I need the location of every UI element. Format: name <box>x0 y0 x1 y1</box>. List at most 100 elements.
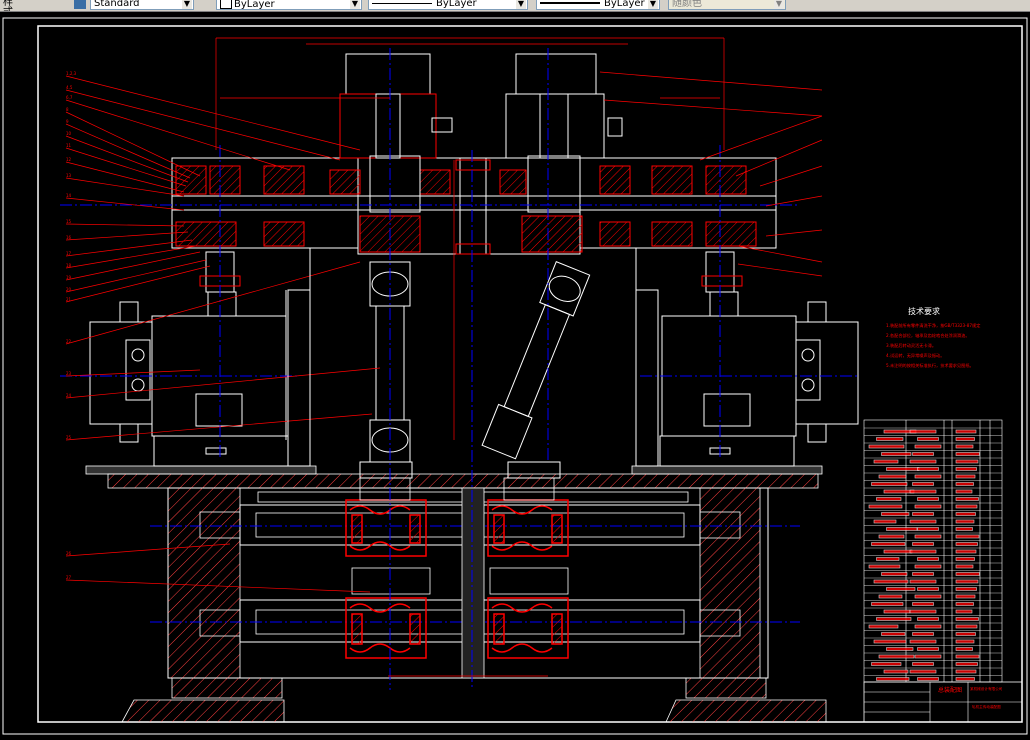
bom-cell-mark <box>955 429 977 434</box>
style-label: 样式 <box>3 0 13 11</box>
bom-cell-mark <box>912 542 934 546</box>
svg-text:25: 25 <box>66 435 72 440</box>
chevron-down-icon: ▼ <box>516 0 526 9</box>
bom-cell-mark <box>909 669 937 674</box>
tech-req-line: 3.装配后转动灵活无卡滞。 <box>886 342 936 349</box>
bom-cell-mark <box>886 527 918 531</box>
bom-cell-mark <box>955 482 974 486</box>
svg-text:11: 11 <box>66 143 72 148</box>
bom-cell-mark <box>914 564 942 569</box>
lineweight-dropdown[interactable]: ByLayer ▼ <box>536 0 660 10</box>
bom-cell-mark <box>914 594 942 599</box>
bom-cell-mark <box>914 504 942 509</box>
bom-cell-mark <box>873 519 897 524</box>
chevron-down-icon: ▼ <box>774 0 784 9</box>
bom-cell-mark <box>914 624 942 629</box>
drawing-canvas[interactable]: 1,2,3 4,5 6,7 8 9 10 11 12 13 14 15 16 17 18 19 20… <box>0 12 1030 736</box>
bom-cell-mark <box>955 594 976 599</box>
cad-drawing: 1,2,3 4,5 6,7 8 9 10 11 12 13 14 15 16 17 18 19 20… <box>2 17 1028 735</box>
bom-cell-mark <box>955 602 974 606</box>
bom-cell-mark <box>955 489 973 494</box>
bom-cell-mark <box>917 497 939 501</box>
bom-cell-mark <box>917 527 939 531</box>
bom-cell-mark <box>878 534 905 539</box>
text-style-dropdown[interactable]: Standard ▼ <box>90 0 194 10</box>
bom-cell-mark <box>873 639 907 644</box>
bom-cell-mark <box>955 639 975 644</box>
bom-cell-mark <box>955 459 979 464</box>
bom-cell-mark <box>873 579 909 584</box>
bom-cell-mark <box>917 467 939 471</box>
svg-text:21: 21 <box>66 297 72 302</box>
bom-cell-mark <box>876 497 902 501</box>
bom-cell-mark <box>912 602 934 606</box>
bom-rows <box>864 427 1002 681</box>
bom-cell-mark <box>909 639 937 644</box>
bom-cell-mark <box>909 489 937 494</box>
title-block-company: 某机械设计有限公司 <box>970 686 1003 691</box>
tech-req-line: 4.试运转，无异常噪声及振动。 <box>886 352 944 359</box>
tech-req-line: 1.装配前所有零件清洗干净，按GB/T3323-87规定 <box>886 322 980 329</box>
bom-cell-mark <box>909 549 937 554</box>
text-style-icon[interactable] <box>74 0 86 9</box>
bom-cell-mark <box>955 452 980 456</box>
plotstyle-dropdown[interactable]: 随颜色 ▼ <box>668 0 786 10</box>
svg-text:14: 14 <box>66 193 72 198</box>
bom-cell-mark <box>883 609 911 614</box>
bom-cell-mark <box>909 579 937 584</box>
bom-cell-mark <box>955 677 975 681</box>
layer-dropdown[interactable]: ByLayer ▼ <box>216 0 362 10</box>
bom-cell-mark <box>878 594 903 599</box>
svg-text:17: 17 <box>66 251 72 256</box>
bom-cell-mark <box>917 587 939 591</box>
bom-cell-mark <box>955 542 978 546</box>
bom-cell-mark <box>871 602 904 606</box>
chock-housings <box>351 477 569 595</box>
bom-cell-mark <box>912 512 934 516</box>
bom-cell-mark <box>955 534 980 539</box>
svg-text:8: 8 <box>66 107 69 112</box>
bom-cell-mark <box>871 662 902 666</box>
text-style-value: Standard <box>94 0 140 9</box>
svg-text:18: 18 <box>66 263 72 268</box>
bom-cell-mark <box>955 437 975 441</box>
bom-cell-mark <box>912 482 934 486</box>
bom-cell-mark <box>955 512 976 516</box>
svg-text:24: 24 <box>66 393 72 398</box>
bom-cell-mark <box>955 632 976 636</box>
bom-cell-mark <box>955 617 979 621</box>
bom-cell-mark <box>909 609 937 614</box>
bom-cell-mark <box>955 654 980 659</box>
svg-text:16: 16 <box>66 235 72 240</box>
bom-cell-mark <box>955 662 978 666</box>
svg-text:19: 19 <box>66 275 72 280</box>
layer-color-swatch <box>220 0 232 9</box>
bom-cell-mark <box>955 564 974 569</box>
linetype-value: ByLayer <box>436 0 477 9</box>
bom-cell-mark <box>914 474 942 479</box>
tech-req-line: 5.未注明的按相关标准执行，技术要求见图纸。 <box>886 362 974 369</box>
title-block-drawing-no: 轧机主传动装配图 <box>972 704 1001 709</box>
bom-cell-mark <box>873 459 899 464</box>
svg-text:27: 27 <box>66 575 72 580</box>
bom-cell-mark <box>955 549 977 554</box>
svg-text:1,2,3: 1,2,3 <box>66 71 77 76</box>
svg-text:4,5: 4,5 <box>66 85 73 90</box>
linetype-dropdown[interactable]: ByLayer ▼ <box>368 0 528 10</box>
bom-cell-mark <box>914 534 942 539</box>
bom-cell-mark <box>912 662 934 666</box>
bom-cell-mark <box>912 572 934 576</box>
part-numbers: 1,2,3 4,5 6,7 8 9 10 11 12 13 14 15 16 17 18 19 20… <box>66 71 77 580</box>
bom-cell-mark <box>886 647 914 651</box>
bom-cell-mark <box>881 632 906 636</box>
bom-cell-mark <box>883 489 915 494</box>
bom-cell-mark <box>955 669 977 674</box>
bom-cell-mark <box>955 497 979 501</box>
bom-cell-mark <box>868 624 899 629</box>
technical-requirements: 技术要求 1.装配前所有零件清洗干净，按GB/T3323-87规定 2.各配合部… <box>886 306 980 369</box>
layer-value: ByLayer <box>234 0 275 10</box>
bom-cell-mark <box>883 549 913 554</box>
bom-cell-mark <box>914 654 942 659</box>
bom-cell-mark <box>912 452 934 456</box>
chevron-down-icon: ▼ <box>648 0 658 9</box>
